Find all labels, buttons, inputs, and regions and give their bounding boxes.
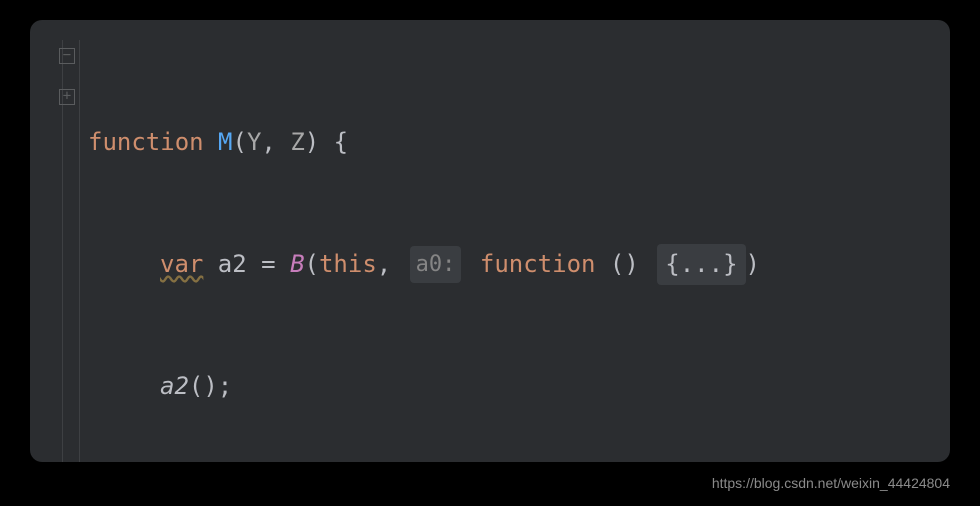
keyword-function: function (88, 122, 204, 163)
watermark-text: https://blog.csdn.net/weixin_44424804 (0, 472, 980, 506)
keyword-var: var (160, 244, 203, 285)
code-line-2[interactable]: var a2 = B(this, a0: function () {...}) (88, 244, 950, 285)
function-name: M (218, 122, 232, 163)
code-line-3[interactable]: a2(); (88, 366, 950, 407)
call-a2: a2 (160, 366, 189, 407)
code-content[interactable]: function M(Y, Z) { var a2 = B(this, a0: … (80, 40, 950, 462)
param-z: Z (290, 122, 304, 163)
collapsed-block[interactable]: {...} (657, 244, 745, 285)
param-y: Y (247, 122, 261, 163)
fold-plus-icon[interactable]: + (59, 89, 75, 105)
editor-gutter: − + (30, 40, 80, 462)
call-b: B (290, 244, 304, 285)
param-hint-a0: a0: (410, 246, 462, 283)
keyword-this: this (319, 244, 377, 285)
fold-minus-icon[interactable]: − (59, 48, 75, 64)
keyword-function-inline: function (480, 244, 596, 285)
code-editor[interactable]: − + function M(Y, Z) { var a2 = B(this, … (30, 20, 950, 462)
code-line-1[interactable]: function M(Y, Z) { (88, 122, 950, 163)
